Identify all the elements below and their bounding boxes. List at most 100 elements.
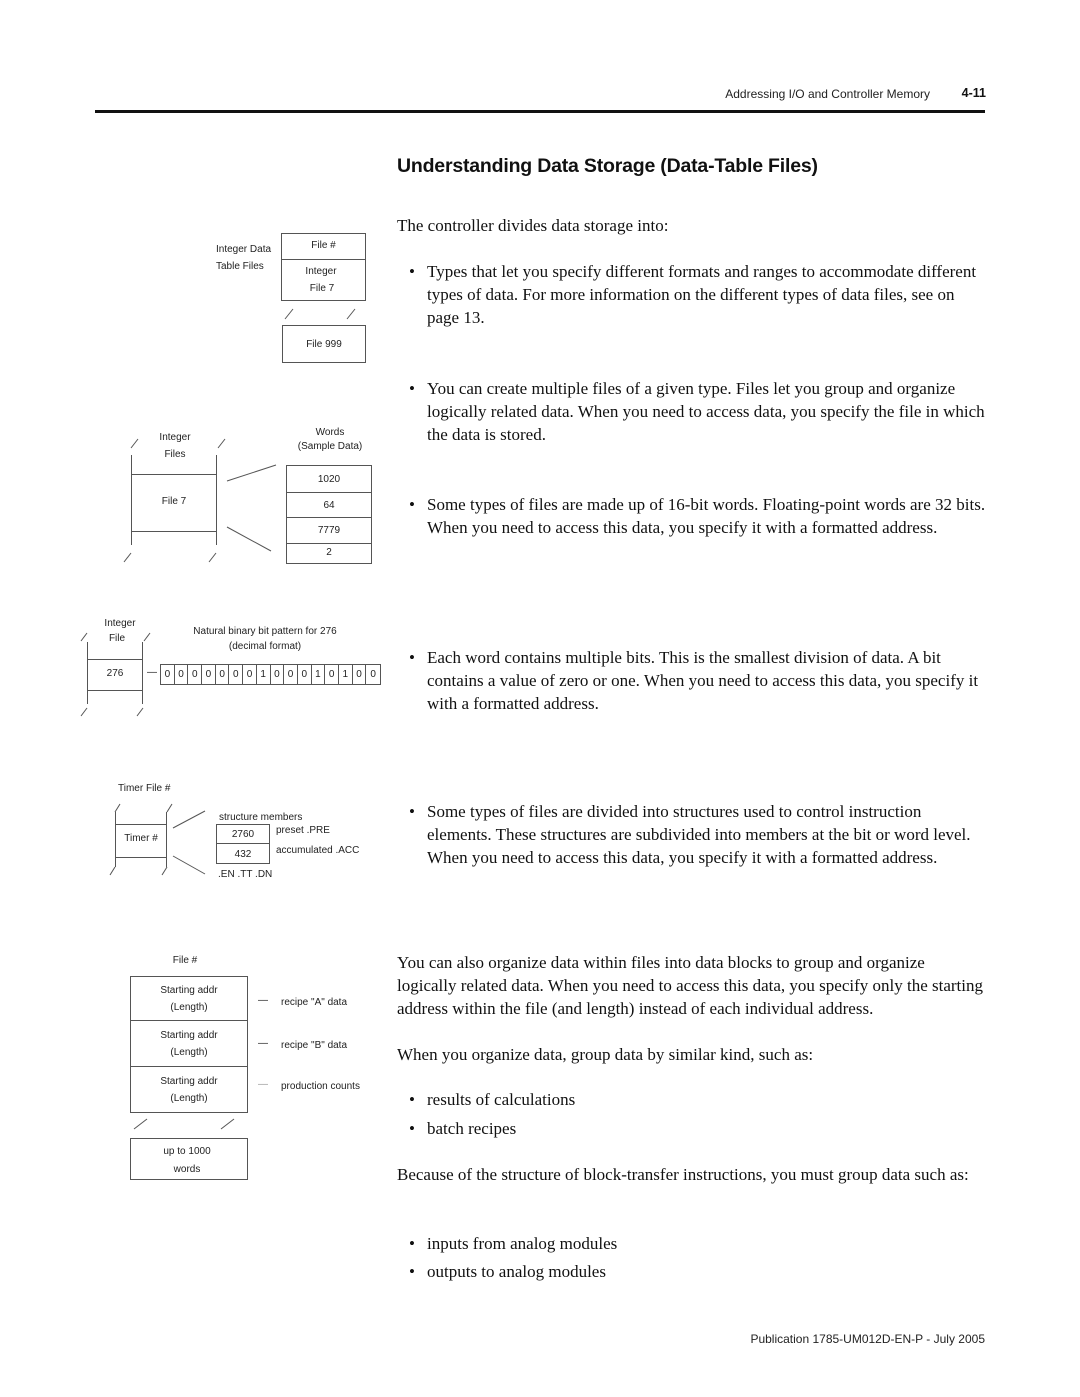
zoom-connector — [172, 810, 206, 829]
status-bits-label: .EN .TT .DN — [218, 869, 273, 880]
limit-text: words — [173, 1164, 201, 1175]
words-label: (Sample Data) — [297, 441, 363, 452]
block-start: Starting addr — [160, 985, 218, 996]
block-start: Starting addr — [160, 1076, 218, 1087]
break-mark — [109, 866, 116, 876]
break-mark — [130, 438, 139, 449]
bit-cell: 0 — [229, 665, 244, 684]
bit-cell: 0 — [202, 665, 216, 684]
bit-cell: 0 — [298, 665, 312, 684]
preset-label: preset .PRE — [276, 825, 330, 836]
break-mark — [217, 438, 226, 449]
diagram-label: Integer Data — [216, 244, 272, 255]
words-table: 1020 64 7779 2 — [286, 465, 372, 564]
integer-value: 276 — [106, 668, 124, 679]
bit-cell: 0 — [284, 665, 298, 684]
bit-cell: 0 — [353, 665, 367, 684]
diagram-label: Files — [164, 449, 186, 460]
file-header: File # — [311, 240, 336, 251]
zoom-connector — [172, 855, 206, 875]
bit-cell: 0 — [188, 665, 203, 684]
break-mark — [123, 552, 132, 563]
accum-label: accumulated .ACC — [276, 845, 360, 856]
word-value: 1020 — [317, 474, 341, 485]
divider — [287, 543, 371, 544]
file-name: File 999 — [306, 339, 342, 350]
zoom-connector — [226, 464, 277, 482]
divider — [217, 843, 269, 844]
file-stack-box: File # Integer File 7 — [281, 233, 366, 301]
members-table: 2760 432 — [216, 824, 270, 864]
bit-pattern-row: 0000000100010100 — [160, 664, 381, 685]
file-bottom-line — [115, 857, 167, 858]
break-mark — [133, 1118, 148, 1130]
diagram-label: Integer — [159, 432, 191, 443]
divider — [131, 1066, 247, 1067]
bit-cell: 0 — [175, 665, 189, 684]
divider — [287, 517, 371, 518]
divider — [131, 1020, 247, 1021]
word-value: 64 — [323, 500, 335, 511]
timer-element: Timer # — [124, 833, 158, 844]
bit-cell: 1 — [339, 665, 353, 684]
file-top-line — [131, 474, 217, 475]
bit-cell: 0 — [325, 665, 339, 684]
word-value: 2 — [326, 547, 332, 558]
bit-cell: 1 — [312, 665, 326, 684]
bit-cell: 0 — [271, 665, 285, 684]
file-name: File 7 — [309, 283, 335, 294]
diagram-label: Integer — [104, 618, 136, 629]
block-label: recipe "B" data — [281, 1040, 348, 1051]
connector-dash: — — [147, 667, 157, 678]
connector-dash: — — [258, 1038, 268, 1049]
file-name: Integer — [305, 266, 337, 277]
block-start: Starting addr — [160, 1030, 218, 1041]
blocks-table: Starting addr (Length) Starting addr (Le… — [130, 976, 248, 1113]
diagram-label: Table Files — [216, 261, 264, 272]
bit-cell: 0 — [216, 665, 230, 684]
zoom-connector — [226, 526, 272, 552]
file-bottom-line — [87, 690, 143, 691]
connector-dash: — — [258, 1079, 268, 1090]
divider — [287, 492, 371, 493]
accum-value: 432 — [234, 849, 252, 860]
break-mark — [114, 803, 121, 813]
word-value: 7779 — [317, 525, 341, 536]
limit-box: up to 1000 words — [130, 1138, 248, 1180]
bit-cell: 0 — [161, 665, 175, 684]
diagram-label: File # — [172, 955, 198, 966]
divider — [282, 259, 365, 260]
diagram-connector-lines — [80, 308, 356, 1130]
block-label: production counts — [281, 1081, 360, 1092]
file-bottom-line — [131, 531, 217, 532]
bit-cell: 0 — [370, 669, 376, 680]
publication-footer: Publication 1785-UM012D-EN-P - July 2005 — [750, 1332, 985, 1346]
preset-value: 2760 — [231, 829, 255, 840]
break-mark — [346, 308, 356, 320]
file-top-line — [115, 824, 167, 825]
words-label: Words — [315, 427, 345, 438]
limit-text: up to 1000 — [163, 1146, 211, 1157]
diagram-label: File — [108, 633, 126, 644]
block-length: (Length) — [170, 1002, 208, 1013]
bit-pattern-caption: Natural binary bit pattern for 276 — [193, 626, 337, 637]
break-mark — [136, 707, 144, 717]
break-mark — [284, 308, 294, 320]
break-mark — [220, 1118, 235, 1130]
break-mark — [80, 707, 88, 717]
block-length: (Length) — [170, 1047, 208, 1058]
file-top-line — [87, 659, 143, 660]
connector-dash: — — [258, 995, 268, 1006]
break-mark — [161, 866, 168, 876]
bit-cell: 0 — [243, 665, 257, 684]
bit-cell: 1 — [257, 665, 271, 684]
break-mark — [166, 803, 173, 813]
last-file-box: File 999 — [282, 325, 366, 363]
bit-pattern-caption: (decimal format) — [228, 641, 302, 652]
members-label: structure members — [219, 812, 303, 823]
break-mark — [208, 552, 217, 563]
file-name: File 7 — [161, 496, 187, 507]
block-length: (Length) — [170, 1093, 208, 1104]
diagram-label: Timer File # — [118, 783, 171, 794]
block-label: recipe "A" data — [281, 997, 348, 1008]
